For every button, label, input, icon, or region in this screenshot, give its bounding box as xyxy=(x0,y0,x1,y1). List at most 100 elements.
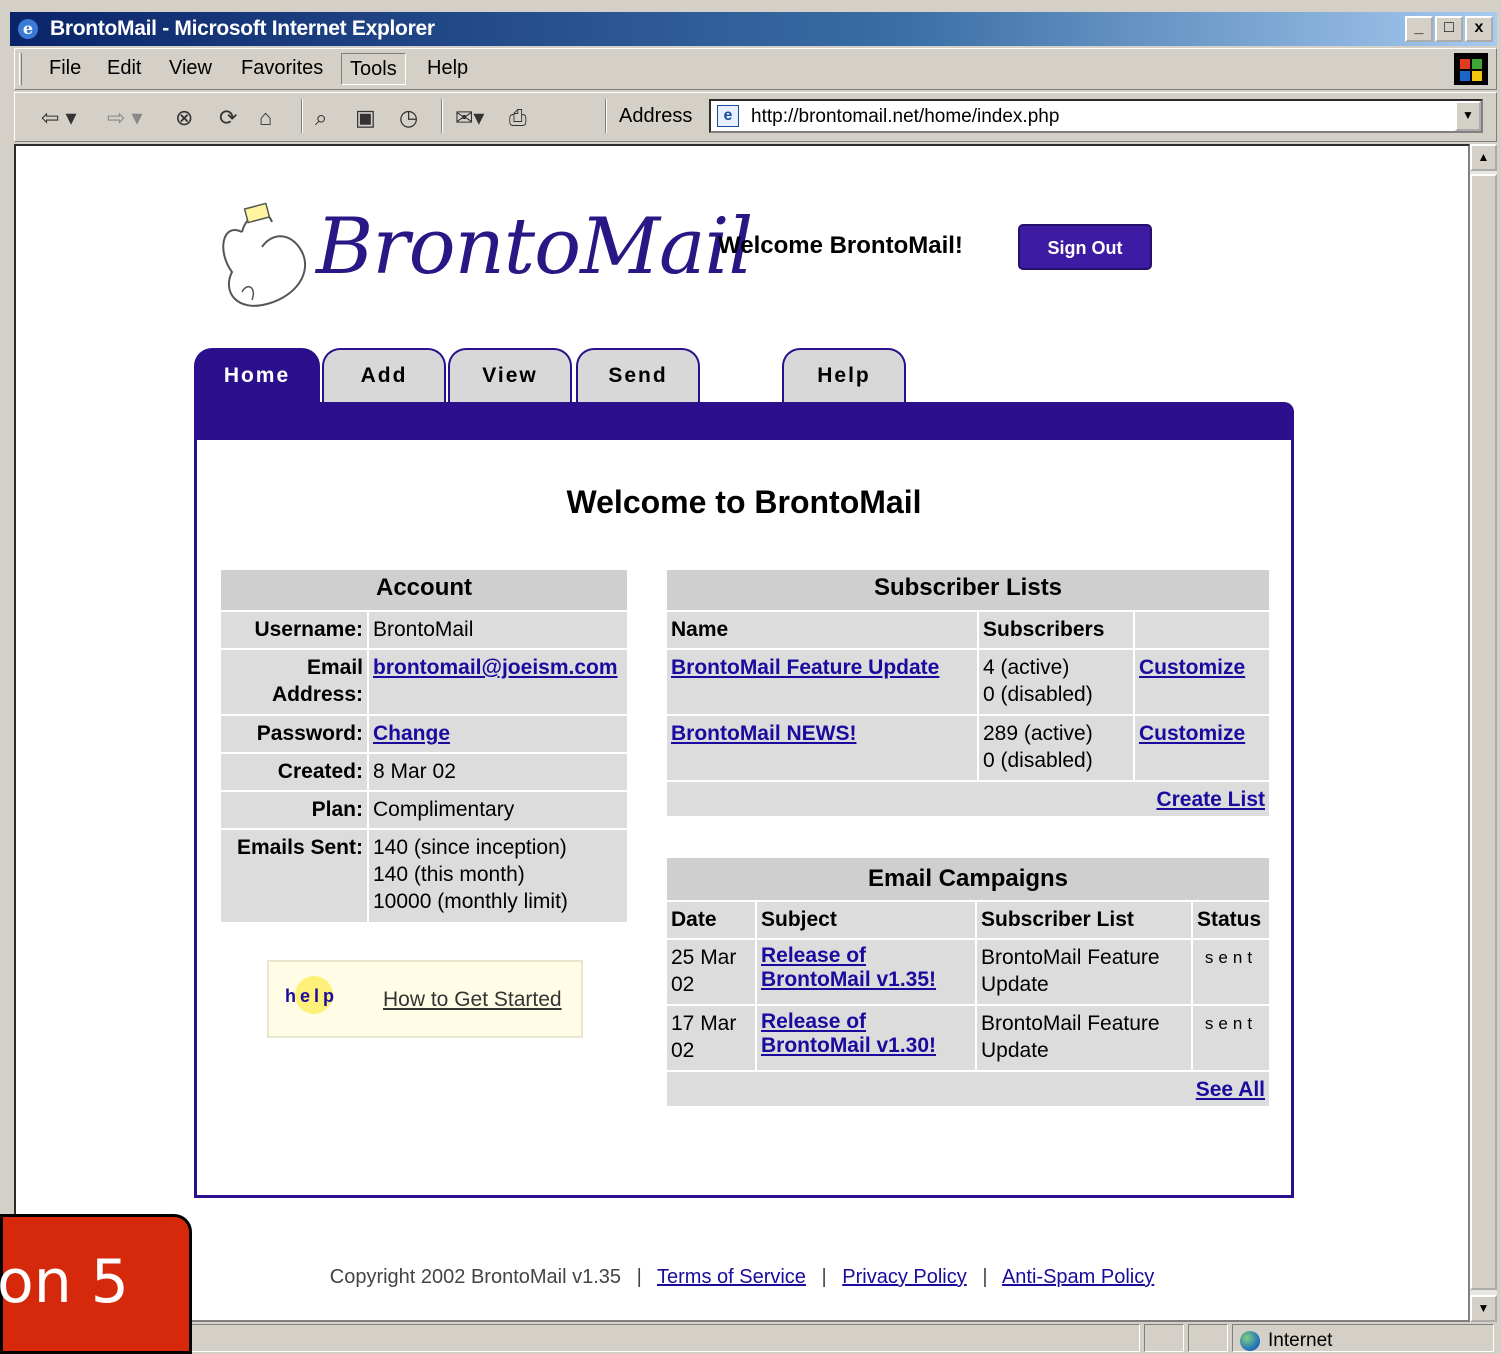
campaign-list: BrontoMail Feature Update xyxy=(977,940,1191,1004)
menu-file[interactable]: File xyxy=(49,57,81,80)
menu-help[interactable]: Help xyxy=(427,57,468,80)
badge-text: on 5 xyxy=(0,1247,129,1317)
subject-line[interactable]: BrontoMail v1.35! xyxy=(761,968,971,992)
emails-sent-value: 140 (since inception) 140 (this month) 1… xyxy=(369,830,627,922)
toolbar-separator xyxy=(441,99,443,133)
print-icon[interactable]: ⎙ xyxy=(509,105,527,131)
help-icon-label: help xyxy=(285,986,339,1006)
menu-grip xyxy=(19,53,22,85)
username-label: Username: xyxy=(221,612,367,648)
address-dropdown-button[interactable]: ▼ xyxy=(1455,101,1481,131)
col-name: Name xyxy=(667,612,977,648)
username-value: BrontoMail xyxy=(369,612,627,648)
created-value: 8 Mar 02 xyxy=(369,754,627,790)
history-icon[interactable]: ◷ xyxy=(399,105,418,131)
list-link-feature-update[interactable]: BrontoMail Feature Update xyxy=(671,656,939,679)
emails-monthly-limit: 10000 (monthly limit) xyxy=(373,890,568,913)
sign-out-button[interactable]: Sign Out xyxy=(1018,224,1152,270)
anti-spam-policy-link[interactable]: Anti-Spam Policy xyxy=(1002,1266,1154,1288)
subject-line[interactable]: Release of xyxy=(761,944,971,968)
page-icon: e xyxy=(717,105,739,127)
search-icon[interactable]: ⌕ xyxy=(315,105,327,131)
home-icon[interactable]: ⌂ xyxy=(259,105,272,131)
menu-view[interactable]: View xyxy=(169,57,212,80)
col-subscriber-list: Subscriber List xyxy=(977,902,1191,938)
account-heading: Account xyxy=(221,570,627,610)
footer-separator: | xyxy=(636,1266,642,1288)
campaign-subject-link[interactable]: Release of BrontoMail v1.35! xyxy=(757,940,975,1004)
how-to-get-started-link[interactable]: How to Get Started xyxy=(383,988,562,1012)
footer-separator: | xyxy=(821,1266,827,1288)
brontomail-logo: BrontoMail xyxy=(212,192,753,322)
menu-favorites[interactable]: Favorites xyxy=(241,57,323,80)
list-line: Update xyxy=(981,1039,1049,1062)
date-line: 02 xyxy=(671,1039,695,1062)
subject-line[interactable]: Release of xyxy=(761,1010,971,1034)
campaign-status: sent xyxy=(1193,1006,1269,1070)
windows-logo-icon xyxy=(1454,53,1488,85)
forward-icon[interactable]: ⇨ ▾ xyxy=(107,105,143,131)
footer: Copyright 2002 BrontoMail v1.35 | Terms … xyxy=(16,1266,1468,1289)
privacy-policy-link[interactable]: Privacy Policy xyxy=(842,1266,966,1288)
toolbar-separator xyxy=(301,99,303,133)
zone-label: Internet xyxy=(1268,1330,1333,1351)
maximize-button[interactable]: □ xyxy=(1435,16,1463,42)
menu-bar: File Edit View Favorites Tools Help xyxy=(14,48,1497,90)
list-subscribers: 289 (active) 0 (disabled) xyxy=(979,716,1133,780)
create-list-link[interactable]: Create List xyxy=(1156,788,1265,811)
campaign-subject-link[interactable]: Release of BrontoMail v1.30! xyxy=(757,1006,975,1070)
menu-edit[interactable]: Edit xyxy=(107,57,141,80)
customize-link[interactable]: Customize xyxy=(1139,722,1245,745)
col-subscribers: Subscribers xyxy=(979,612,1133,648)
campaign-date: 25 Mar 02 xyxy=(667,940,755,1004)
status-cell xyxy=(1144,1324,1184,1352)
emails-this-month: 140 (this month) xyxy=(373,863,525,886)
toolbar-separator xyxy=(605,99,607,133)
active-count: 289 (active) xyxy=(983,722,1093,745)
tab-home[interactable]: Home xyxy=(194,348,320,406)
menu-tools[interactable]: Tools xyxy=(341,53,406,85)
emails-sent-label: Emails Sent: xyxy=(221,830,367,922)
plan-value: Complimentary xyxy=(369,792,627,828)
close-button[interactable]: x xyxy=(1465,16,1493,42)
scroll-down-button[interactable]: ▼ xyxy=(1470,1295,1497,1322)
address-field[interactable]: e http://brontomail.net/home/index.php ▼ xyxy=(709,99,1483,133)
minimize-button[interactable]: _ xyxy=(1405,16,1433,42)
list-subscribers: 4 (active) 0 (disabled) xyxy=(979,650,1133,714)
scroll-up-button[interactable]: ▲ xyxy=(1470,144,1497,171)
page-viewport: BrontoMail Welcome BrontoMail! Sign Out … xyxy=(14,144,1470,1322)
overlay-badge: on 5 xyxy=(0,1214,192,1354)
address-url[interactable]: http://brontomail.net/home/index.php xyxy=(751,106,1059,128)
tab-view[interactable]: View xyxy=(448,348,572,406)
created-label: Created: xyxy=(221,754,367,790)
back-icon[interactable]: ⇦ ▾ xyxy=(41,105,77,131)
see-all-link[interactable]: See All xyxy=(1196,1078,1265,1101)
password-label: Password: xyxy=(221,716,367,752)
tab-help[interactable]: Help xyxy=(782,348,906,406)
tab-send[interactable]: Send xyxy=(576,348,700,406)
terms-of-service-link[interactable]: Terms of Service xyxy=(657,1266,806,1288)
stop-icon[interactable]: ⊗ xyxy=(175,105,193,131)
mail-icon[interactable]: ✉▾ xyxy=(455,105,484,131)
home-panel: Welcome to BrontoMail Account Username: … xyxy=(194,440,1294,1198)
customize-link[interactable]: Customize xyxy=(1139,656,1245,679)
status-bar: Internet xyxy=(14,1322,1497,1354)
email-campaigns-heading: Email Campaigns xyxy=(667,858,1269,900)
refresh-icon[interactable]: ⟳ xyxy=(219,105,237,131)
subject-line[interactable]: BrontoMail v1.30! xyxy=(761,1034,971,1058)
col-subject: Subject xyxy=(757,902,975,938)
status-cell xyxy=(1188,1324,1228,1352)
list-link-news[interactable]: BrontoMail NEWS! xyxy=(671,722,856,745)
bronto-logo-icon xyxy=(222,202,307,307)
vertical-scrollbar[interactable]: ▲ ▼ xyxy=(1470,144,1497,1322)
change-password-link[interactable]: Change xyxy=(373,722,450,745)
page-title: Welcome to BrontoMail xyxy=(566,484,922,520)
favorites-icon[interactable]: ▣ xyxy=(355,105,376,131)
scroll-thumb[interactable] xyxy=(1470,174,1497,1290)
active-count: 4 (active) xyxy=(983,656,1070,679)
email-link[interactable]: brontomail@joeism.com xyxy=(373,656,618,679)
list-line: BrontoMail Feature xyxy=(981,1012,1160,1035)
email-label: Email Address: xyxy=(221,650,367,714)
window-title: BrontoMail - Microsoft Internet Explorer xyxy=(50,17,435,40)
tab-add[interactable]: Add xyxy=(322,348,446,406)
